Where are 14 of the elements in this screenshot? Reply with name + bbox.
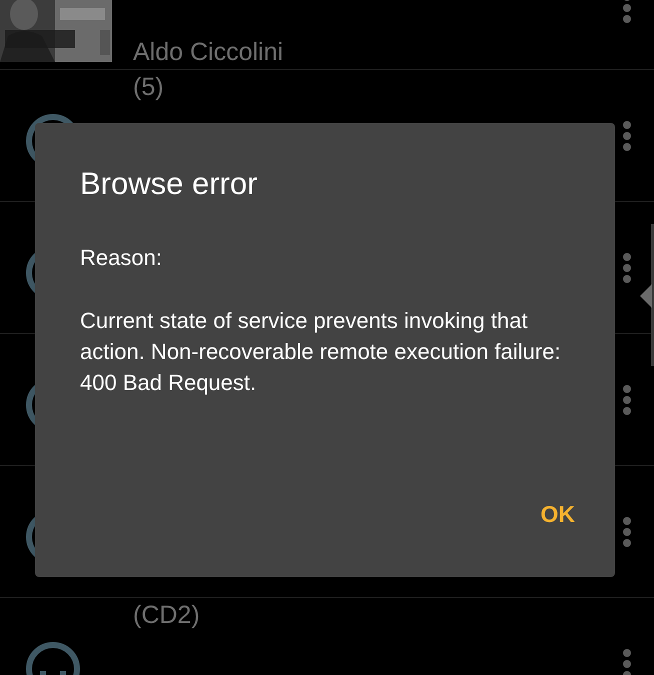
scroll-handle[interactable] [638, 224, 654, 366]
more-options-icon[interactable] [622, 252, 632, 284]
reason-label: Reason: [80, 244, 163, 272]
more-options-icon[interactable] [622, 120, 632, 152]
row-title: Aldo Ciccolini [133, 40, 284, 65]
ok-button[interactable]: OK [528, 490, 587, 537]
row-title: (5) [133, 75, 164, 100]
row-title: (CD2) [133, 603, 200, 628]
error-message: Current state of service prevents invoking that action. Non-recoverable remote execution failure: 400 Bad Request. [80, 307, 562, 398]
dialog-title: Browse error [80, 165, 258, 203]
more-options-icon[interactable] [622, 648, 632, 675]
more-options-icon[interactable] [622, 516, 632, 548]
more-options-icon[interactable] [622, 384, 632, 416]
more-options-icon[interactable] [622, 0, 632, 24]
